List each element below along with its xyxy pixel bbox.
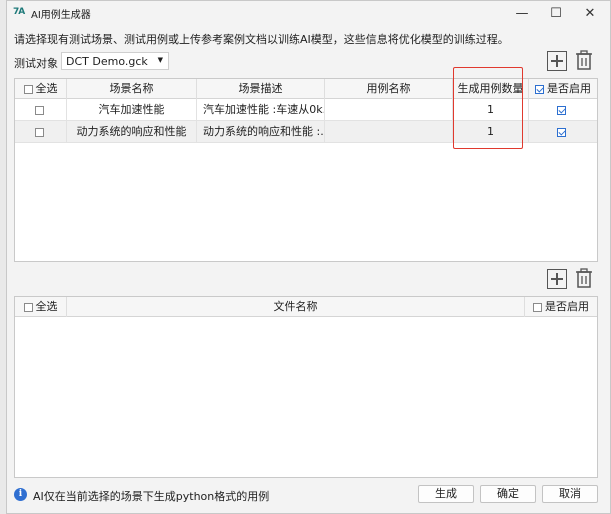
header-scenario-desc: 场景描述 — [197, 79, 325, 99]
row-case-name[interactable] — [325, 121, 453, 143]
header-enabled[interactable]: 是否启用 — [529, 79, 597, 99]
row-enabled-checkbox[interactable] — [557, 105, 566, 115]
file-enable-all-checkbox[interactable] — [533, 302, 542, 312]
row-checkbox[interactable] — [34, 127, 44, 137]
info-message: AI仅在当前选择的场景下生成python格式的用例 — [33, 490, 270, 503]
file-table-header: 全选 文件名称 是否启用 — [15, 297, 597, 317]
count-column-highlight — [453, 67, 523, 149]
instructions-text: 请选择现有测试场景、测试用例或上传参考案例文档以训练AI模型，这些信息将优化模型… — [14, 33, 509, 46]
ai-case-generator-dialog: 7A AI用例生成器 — ☐ ✕ 请选择现有测试场景、测试用例或上传参考案例文档… — [6, 0, 611, 514]
cancel-button[interactable]: 取消 — [542, 485, 598, 503]
maximize-button[interactable]: ☐ — [539, 1, 573, 25]
add-file-icon[interactable] — [547, 269, 567, 289]
info-icon: i — [14, 488, 27, 501]
chevron-down-icon: ▼ — [157, 56, 163, 64]
row-checkbox-cell[interactable] — [15, 99, 67, 121]
window-title: AI用例生成器 — [31, 10, 91, 21]
file-select-all-checkbox[interactable] — [23, 302, 33, 312]
row-scenario-desc: 动力系统的响应和性能 :... — [197, 121, 325, 143]
row-enabled-checkbox[interactable] — [557, 127, 566, 137]
dialog-footer: i AI仅在当前选择的场景下生成python格式的用例 生成 确定 取消 — [7, 481, 610, 507]
generate-button[interactable]: 生成 — [418, 485, 474, 503]
header-case-name: 用例名称 — [325, 79, 453, 99]
close-button[interactable]: ✕ — [573, 1, 607, 25]
delete-file-icon[interactable] — [573, 267, 593, 288]
ai-logo-icon: 7A — [13, 7, 25, 17]
test-target-select[interactable]: DCT Demo.gck ▼ — [61, 52, 169, 70]
row-scenario-desc: 汽车加速性能 :车速从0k... — [197, 99, 325, 121]
delete-scenario-icon[interactable] — [573, 49, 593, 70]
row-enabled-cell[interactable] — [529, 121, 597, 143]
minimize-button[interactable]: — — [505, 1, 539, 25]
header-scenario-name: 场景名称 — [67, 79, 197, 99]
enable-all-checkbox[interactable] — [535, 84, 544, 94]
select-all-checkbox[interactable] — [23, 84, 33, 94]
file-header-enabled[interactable]: 是否启用 — [525, 297, 597, 317]
test-target-value: DCT Demo.gck — [66, 55, 148, 68]
test-target-label: 测试对象 — [14, 57, 58, 70]
confirm-button[interactable]: 确定 — [480, 485, 536, 503]
row-checkbox[interactable] — [34, 105, 44, 115]
title-bar: 7A AI用例生成器 — ☐ ✕ — [7, 1, 610, 25]
row-enabled-cell[interactable] — [529, 99, 597, 121]
file-header-name: 文件名称 — [67, 297, 525, 317]
reference-file-table: 全选 文件名称 是否启用 — [14, 296, 598, 478]
row-scenario-name: 动力系统的响应和性能 — [67, 121, 197, 143]
add-scenario-icon[interactable] — [547, 51, 567, 71]
header-select-all[interactable]: 全选 — [15, 79, 67, 99]
file-header-select-all[interactable]: 全选 — [15, 297, 67, 317]
row-checkbox-cell[interactable] — [15, 121, 67, 143]
row-scenario-name: 汽车加速性能 — [67, 99, 197, 121]
row-case-name[interactable] — [325, 99, 453, 121]
